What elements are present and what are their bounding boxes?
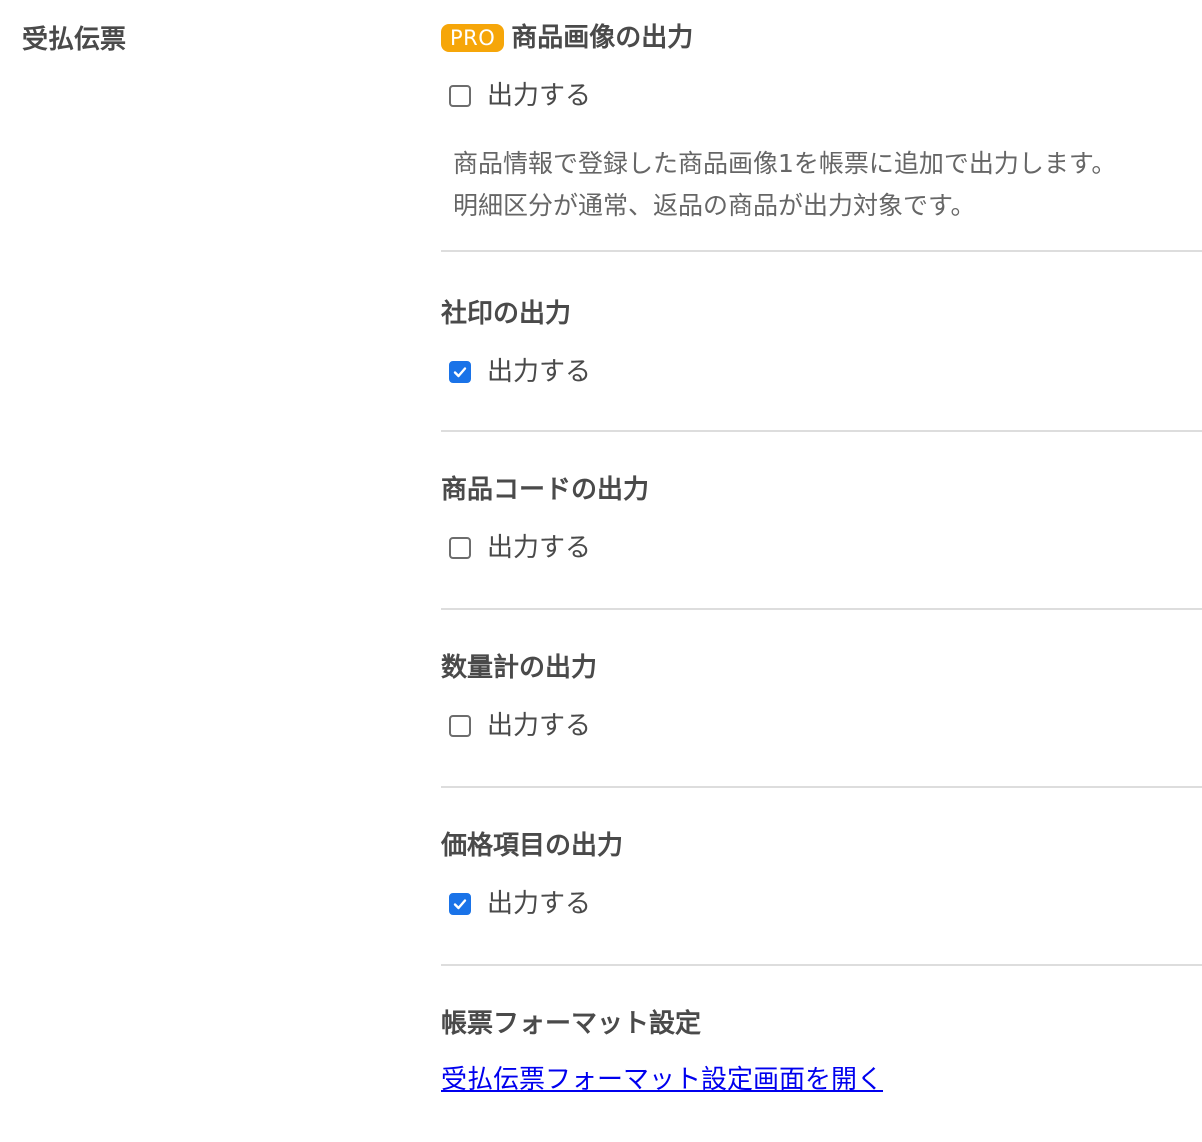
section-title: 商品コードの出力 xyxy=(441,475,650,505)
checkbox[interactable] xyxy=(449,361,471,383)
price-items-output-section: 価格項目の出力 出力する xyxy=(441,788,1202,966)
checkbox-label: 出力する xyxy=(487,711,592,741)
section-title: 数量計の出力 xyxy=(441,653,598,683)
checkbox-label: 出力する xyxy=(487,81,592,111)
section-title-text: 商品画像の出力 xyxy=(511,23,694,53)
description-line: 明細区分が通常、返品の商品が出力対象です。 xyxy=(453,191,976,220)
row-label: 受払伝票 xyxy=(22,25,127,55)
price-items-output-checkbox-row[interactable]: 出力する xyxy=(441,884,1202,924)
company-seal-output-section: 社印の出力 出力する xyxy=(441,252,1202,432)
section-title: PRO 商品画像の出力 xyxy=(441,20,1202,56)
checkbox-label: 出力する xyxy=(487,533,592,563)
checkbox[interactable] xyxy=(449,893,471,915)
checkbox[interactable] xyxy=(449,85,471,107)
quantity-total-output-checkbox-row[interactable]: 出力する xyxy=(441,706,1202,746)
checkbox[interactable] xyxy=(449,715,471,737)
description-line: 商品情報で登録した商品画像1を帳票に追加で出力します。 xyxy=(453,149,1117,178)
checkbox[interactable] xyxy=(449,537,471,559)
checkmark-icon xyxy=(453,899,467,910)
checkbox-label: 出力する xyxy=(487,889,592,919)
product-image-description: 商品情報で登録した商品画像1を帳票に追加で出力します。 明細区分が通常、返品の商… xyxy=(441,143,1202,227)
pro-badge: PRO xyxy=(441,24,505,52)
format-settings-section: 帳票フォーマット設定 受払伝票フォーマット設定画面を開く xyxy=(441,966,1202,1098)
open-format-settings-link[interactable]: 受払伝票フォーマット設定画面を開く xyxy=(441,1065,883,1095)
settings-panel: PRO 商品画像の出力 出力する 商品情報で登録した商品画像1を帳票に追加で出力… xyxy=(441,0,1202,1098)
checkbox-label: 出力する xyxy=(487,357,592,387)
product-code-output-section: 商品コードの出力 出力する xyxy=(441,432,1202,610)
product-code-output-checkbox-row[interactable]: 出力する xyxy=(441,528,1202,568)
section-title: 価格項目の出力 xyxy=(441,831,624,861)
section-title: 社印の出力 xyxy=(441,299,572,329)
company-seal-output-checkbox-row[interactable]: 出力する xyxy=(441,352,1202,392)
product-image-output-checkbox-row[interactable]: 出力する xyxy=(441,76,1202,116)
quantity-total-output-section: 数量計の出力 出力する xyxy=(441,610,1202,788)
section-title: 帳票フォーマット設定 xyxy=(441,1009,702,1039)
checkmark-icon xyxy=(453,367,467,378)
product-image-output-section: PRO 商品画像の出力 出力する 商品情報で登録した商品画像1を帳票に追加で出力… xyxy=(441,0,1202,252)
